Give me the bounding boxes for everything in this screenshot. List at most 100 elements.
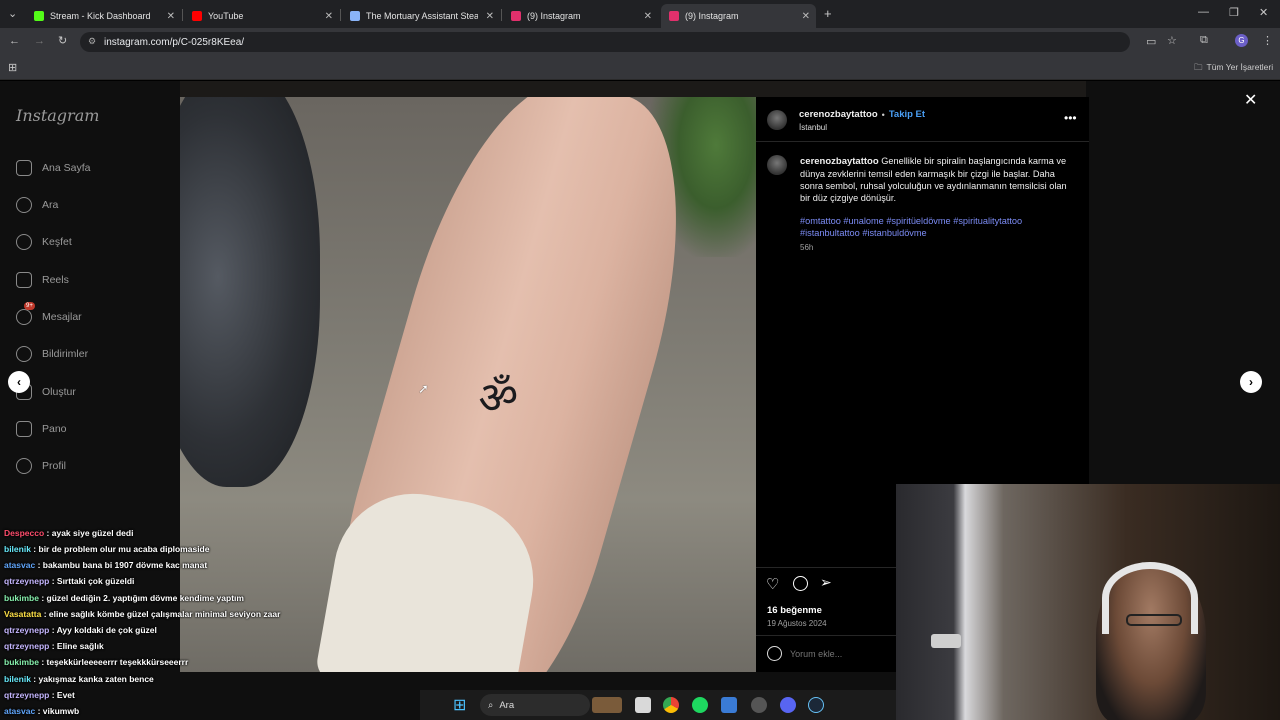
scooter-tire bbox=[180, 97, 320, 487]
chat-message: bukimbe : teşekkürleeeeerrr teşekkkürsee… bbox=[4, 657, 189, 667]
post-location[interactable]: İstanbul bbox=[799, 123, 827, 132]
sidebar-item-dashboard[interactable]: Pano bbox=[16, 421, 67, 437]
chat-text: bakambu bana bi 1907 dövme kac manat bbox=[42, 560, 208, 570]
discord-icon[interactable] bbox=[780, 697, 796, 713]
sidebar-item-explore[interactable]: Keşfet bbox=[16, 234, 72, 250]
messenger-icon: 9+ bbox=[16, 302, 35, 325]
steam-icon[interactable] bbox=[751, 697, 767, 713]
widgets-icon[interactable] bbox=[592, 697, 622, 713]
sidebar-item-messages[interactable]: 9+ Mesajlar bbox=[16, 302, 82, 325]
dashboard-icon bbox=[16, 421, 32, 437]
chat-message: qtrzeynepp : Eline sağlık bbox=[4, 641, 104, 651]
previous-post-button[interactable]: ‹ bbox=[8, 371, 30, 393]
instagram-logo[interactable]: Instagram bbox=[16, 106, 99, 125]
sidebar-item-profile[interactable]: Profil bbox=[16, 458, 66, 474]
steam-favicon-icon bbox=[350, 11, 360, 21]
task-view-icon[interactable] bbox=[635, 697, 651, 713]
sidebar-item-label: Keşfet bbox=[42, 236, 72, 248]
chat-message: bilenik : yakışmaz kanka zaten bence bbox=[4, 674, 154, 684]
store-icon[interactable] bbox=[721, 697, 737, 713]
tab-instagram-active[interactable]: (9) Instagram ✕ bbox=[661, 4, 816, 28]
sidebar-item-notifications[interactable]: Bildirimler bbox=[16, 346, 88, 362]
tab-instagram[interactable]: (9) Instagram ✕ bbox=[503, 4, 658, 28]
close-post-icon[interactable]: ✕ bbox=[1244, 90, 1257, 110]
sidebar-item-search[interactable]: Ara bbox=[16, 197, 58, 213]
avatar[interactable] bbox=[767, 155, 787, 175]
avatar[interactable] bbox=[767, 110, 787, 130]
bookmark-star-icon[interactable]: ☆ bbox=[1167, 34, 1177, 47]
address-bar[interactable]: ⚙ instagram.com/p/C-025r8KEea/ bbox=[80, 32, 1130, 52]
hashtags-line[interactable]: #omtattoo #unalome #spiritüeldövme #spir… bbox=[800, 215, 1080, 227]
minimize-icon[interactable]: — bbox=[1198, 6, 1209, 18]
comment-icon[interactable] bbox=[793, 576, 808, 591]
extensions-icon[interactable]: ⧉ bbox=[1200, 34, 1208, 47]
tab-title: (9) Instagram bbox=[685, 11, 739, 21]
door-handle bbox=[931, 634, 961, 648]
menu-dots-icon[interactable]: ⋮ bbox=[1262, 34, 1273, 47]
forward-icon[interactable]: → bbox=[34, 35, 45, 47]
sidebar-item-home[interactable]: Ana Sayfa bbox=[16, 160, 90, 176]
follow-button[interactable]: Takip Et bbox=[889, 109, 925, 120]
apps-grid-icon[interactable]: ⊞ bbox=[8, 61, 17, 74]
profile-avatar-icon[interactable]: G bbox=[1235, 34, 1248, 47]
sidebar-item-label: Ara bbox=[42, 199, 59, 211]
chat-user: Vasatatta bbox=[4, 609, 42, 619]
new-tab-icon[interactable]: + bbox=[824, 6, 832, 21]
chat-text: güzel dediğin 2. yaptığım dövme kendime … bbox=[46, 593, 244, 603]
spotify-icon[interactable] bbox=[692, 697, 708, 713]
close-tab-icon[interactable]: ✕ bbox=[486, 11, 494, 22]
close-tab-icon[interactable]: ✕ bbox=[325, 11, 333, 22]
post-username[interactable]: cerenozbaytattoo bbox=[799, 109, 878, 120]
back-icon[interactable]: ← bbox=[9, 35, 20, 47]
post-date: 19 Ağustos 2024 bbox=[767, 619, 827, 628]
instagram-favicon-icon bbox=[669, 11, 679, 21]
chat-user: bilenik bbox=[4, 674, 31, 684]
sidebar-item-reels[interactable]: Reels bbox=[16, 272, 69, 288]
chat-user: qtrzeynepp bbox=[4, 625, 50, 635]
steam-app-icon[interactable] bbox=[808, 697, 824, 713]
feed-backdrop bbox=[180, 81, 1086, 97]
chat-user: atasvac bbox=[4, 560, 36, 570]
tab-youtube[interactable]: YouTube ✕ bbox=[184, 4, 339, 28]
chat-text: Sırttaki çok güzeldi bbox=[56, 576, 135, 586]
more-options-icon[interactable]: ••• bbox=[1064, 111, 1077, 125]
hashtags[interactable]: #omtattoo #unalome #spiritüeldövme #spir… bbox=[800, 215, 1080, 239]
chat-text: yakışmaz kanka zaten bence bbox=[38, 674, 154, 684]
caption-username[interactable]: cerenozbaytattoo bbox=[800, 156, 879, 167]
restore-icon[interactable]: ❐ bbox=[1229, 6, 1239, 19]
kick-favicon-icon bbox=[34, 11, 44, 21]
chat-message: Vasatatta : eline sağlık kömbe güzel çal… bbox=[4, 609, 281, 619]
likes-count[interactable]: 16 beğenme bbox=[767, 605, 822, 616]
chat-message: qtrzeynepp : Sırttaki çok güzeldi bbox=[4, 576, 135, 586]
taskbar-search[interactable]: ⌕ Ara bbox=[480, 694, 590, 716]
hashtags-line[interactable]: #istanbultattoo #istanbuldövme bbox=[800, 227, 1080, 239]
next-post-button[interactable]: › bbox=[1240, 371, 1262, 393]
windows-start-icon[interactable]: ⊞ bbox=[453, 695, 466, 715]
all-bookmarks-label: Tüm Yer İşaretleri bbox=[1206, 62, 1274, 72]
share-icon[interactable]: ➢ bbox=[820, 574, 832, 591]
window-close-icon[interactable]: ✕ bbox=[1259, 6, 1268, 19]
bookmarks-bar: ⊞ 🗀 Tüm Yer İşaretleri bbox=[0, 56, 1280, 80]
like-heart-icon[interactable]: ♡ bbox=[766, 575, 779, 593]
emoji-icon[interactable] bbox=[767, 646, 782, 661]
caption-age: 56h bbox=[800, 243, 814, 252]
chat-user: qtrzeynepp bbox=[4, 641, 50, 651]
om-tattoo: ॐ bbox=[474, 369, 522, 426]
chat-user: bukimbe bbox=[4, 657, 39, 667]
tab-steam[interactable]: The Mortuary Assistant Steam'i ✕ bbox=[342, 4, 500, 28]
close-tab-icon[interactable]: ✕ bbox=[167, 11, 175, 22]
chat-text: vikumwb bbox=[42, 706, 80, 716]
reload-icon[interactable]: ↻ bbox=[58, 34, 67, 47]
chrome-icon[interactable] bbox=[663, 697, 679, 713]
tab-kick-dashboard[interactable]: Stream - Kick Dashboard ✕ bbox=[26, 4, 181, 28]
cast-icon[interactable]: ▭ bbox=[1146, 35, 1156, 48]
site-info-icon[interactable]: ⚙ bbox=[88, 36, 96, 47]
chat-user: qtrzeynepp bbox=[4, 576, 50, 586]
home-icon bbox=[16, 160, 32, 176]
close-tab-icon[interactable]: ✕ bbox=[802, 11, 810, 22]
close-tab-icon[interactable]: ✕ bbox=[644, 11, 652, 22]
chat-text: Ayy koldaki de çok güzel bbox=[56, 625, 157, 635]
chat-text: ayak siye güzel dedi bbox=[51, 528, 134, 538]
all-bookmarks[interactable]: 🗀 Tüm Yer İşaretleri bbox=[1194, 62, 1273, 76]
tab-search-icon[interactable]: ⌄ bbox=[8, 7, 17, 20]
